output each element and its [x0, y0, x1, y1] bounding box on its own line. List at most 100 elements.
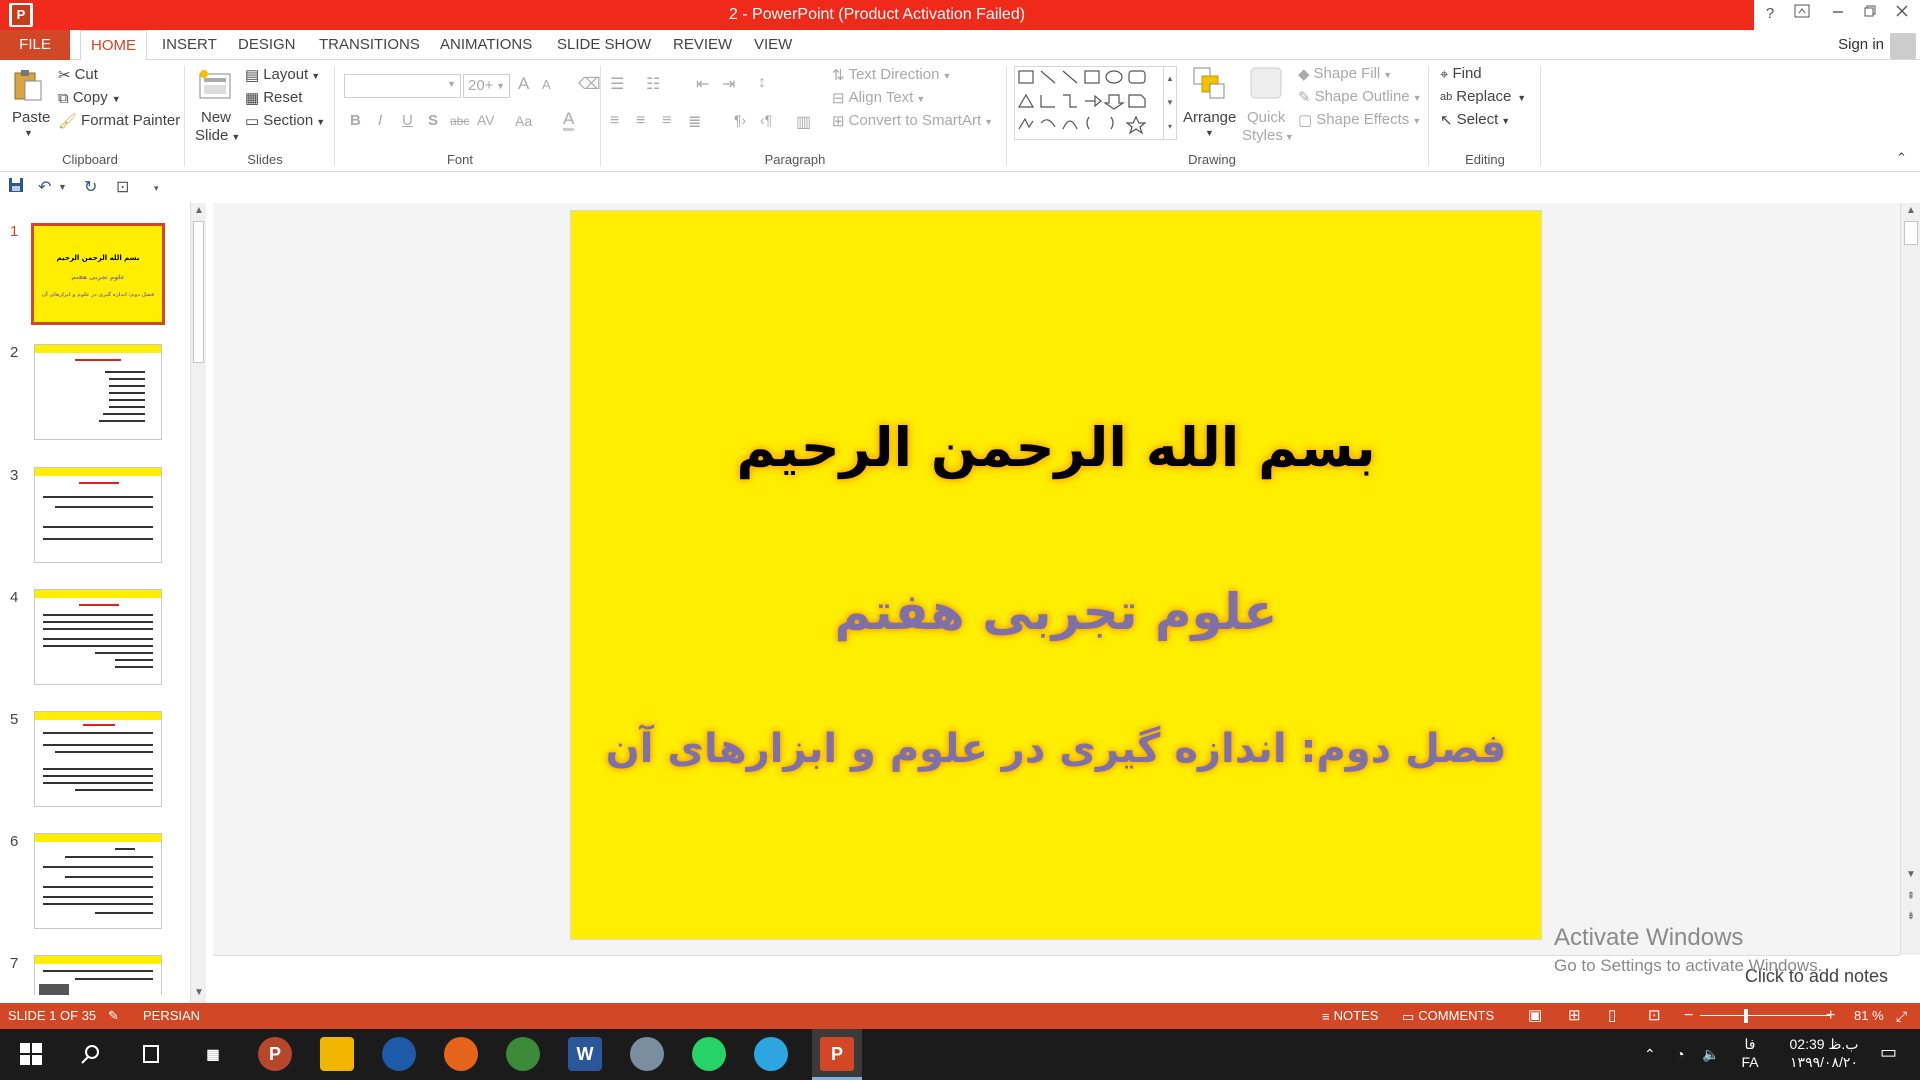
arrange-icon[interactable]	[1192, 66, 1226, 100]
tab-review[interactable]: REVIEW	[673, 30, 732, 60]
copy-button[interactable]: ⧉ Copy ▼	[58, 89, 121, 107]
zoom-in-button[interactable]: +	[1826, 1003, 1835, 1029]
quick-styles-label-1[interactable]: Quick	[1247, 109, 1285, 126]
font-size-combo[interactable]: 20+ ▼	[463, 74, 510, 98]
new-slide-icon[interactable]	[198, 68, 232, 102]
layout-button[interactable]: ▤ Layout ▼	[245, 66, 320, 84]
restore-icon[interactable]	[1854, 0, 1886, 30]
tab-home[interactable]: HOME	[80, 30, 147, 61]
editor-scroll-up-icon[interactable]: ▲	[1904, 205, 1918, 216]
text-direction-button[interactable]: ⇅ Text Direction ▼	[832, 66, 951, 84]
user-avatar-icon[interactable]	[1890, 33, 1916, 59]
columns-icon[interactable]: ▥	[796, 112, 811, 132]
redo-icon[interactable]: ↻	[84, 177, 97, 197]
reading-view-icon[interactable]: ▯	[1608, 1003, 1616, 1029]
section-button[interactable]: ▭ Section ▼	[245, 112, 325, 130]
align-right-icon[interactable]: ≡	[662, 112, 671, 130]
help-button[interactable]: ?	[1754, 0, 1786, 30]
right-to-left-icon[interactable]: ‹¶	[760, 112, 772, 128]
editor-scroll-down-icon[interactable]: ▼	[1904, 869, 1918, 880]
numbering-icon[interactable]: ☷	[646, 74, 660, 94]
next-slide-icon[interactable]: ⇟	[1904, 911, 1918, 922]
arrange-dropdown-icon[interactable]: ▼	[1205, 128, 1214, 138]
reset-button[interactable]: ▦ Reset	[245, 89, 302, 107]
left-to-right-icon[interactable]: ¶›	[734, 112, 746, 128]
spelling-check-icon[interactable]: ✎	[108, 1003, 119, 1029]
task-view-icon[interactable]	[134, 1037, 168, 1071]
whatsapp-icon[interactable]	[692, 1037, 726, 1071]
telegram-icon[interactable]	[754, 1037, 788, 1071]
increase-indent-icon[interactable]: ⇥	[722, 74, 735, 94]
shape-fill-button[interactable]: ◆ Shape Fill ▼	[1298, 65, 1392, 83]
underline-button[interactable]: U	[402, 112, 413, 129]
find-button[interactable]: ⌖ Find	[1440, 65, 1482, 83]
bullets-icon[interactable]: ☰	[610, 74, 624, 94]
zoom-out-button[interactable]: −	[1684, 1003, 1693, 1029]
quick-styles-button[interactable]: Styles ▼	[1242, 127, 1294, 144]
slide-thumbnail-6[interactable]	[34, 833, 162, 929]
collapse-ribbon-icon[interactable]: ⌃	[1896, 150, 1907, 166]
start-slideshow-icon[interactable]: ⊡	[116, 177, 129, 197]
decrease-indent-icon[interactable]: ⇤	[696, 74, 709, 94]
slide-sorter-icon[interactable]: ⊞	[1568, 1003, 1581, 1029]
zoom-level[interactable]: 81 %	[1854, 1003, 1884, 1029]
align-text-button[interactable]: ⊟ Align Text ▼	[832, 89, 925, 107]
character-spacing-button[interactable]: AV	[477, 112, 495, 128]
arrange-button[interactable]: Arrange	[1183, 109, 1236, 126]
input-language-fa[interactable]: فا FA	[1738, 1035, 1762, 1071]
slide-thumbnail-5[interactable]	[34, 711, 162, 807]
shape-outline-button[interactable]: ✎ Shape Outline ▼	[1298, 88, 1422, 106]
comments-button[interactable]: ▭ COMMENTS	[1402, 1003, 1494, 1030]
editor-scrollbar[interactable]: ▲ ▼ ⇞ ⇟	[1900, 203, 1920, 955]
search-icon[interactable]	[74, 1037, 108, 1071]
undo-dropdown-icon[interactable]: ▼	[58, 182, 67, 192]
tab-animations[interactable]: ANIMATIONS	[440, 30, 532, 60]
slide-thumbnail-2[interactable]	[34, 344, 162, 440]
tab-transitions[interactable]: TRANSITIONS	[319, 30, 420, 60]
shapes-gallery[interactable]: ▲ ▼ ▾	[1014, 66, 1177, 140]
powerpoint-taskbar-button[interactable]: P	[812, 1029, 862, 1080]
file-explorer-icon[interactable]	[320, 1037, 354, 1071]
show-hidden-icons[interactable]: ⌃	[1644, 1045, 1656, 1063]
slideshow-view-icon[interactable]: ⊡	[1648, 1003, 1661, 1029]
normal-view-icon[interactable]: ▣	[1528, 1003, 1542, 1029]
scroll-up-icon[interactable]: ▲	[192, 205, 206, 216]
align-left-icon[interactable]: ≡	[610, 112, 619, 130]
shrink-font-icon[interactable]: A	[542, 77, 551, 92]
tab-file[interactable]: FILE	[0, 30, 70, 60]
firefox-icon[interactable]	[444, 1037, 478, 1071]
editor-scroll-thumb[interactable]	[1904, 221, 1918, 245]
close-icon[interactable]	[1886, 0, 1918, 30]
slide-chapter-title[interactable]: فصل دوم: اندازه گیری در علوم و ابزارهای …	[571, 726, 1541, 772]
zoom-slider-thumb[interactable]	[1744, 1009, 1748, 1023]
slide-thumbnail-3[interactable]	[34, 467, 162, 563]
italic-button[interactable]: I	[378, 112, 382, 129]
browser-blue-icon[interactable]	[382, 1037, 416, 1071]
text-shadow-button[interactable]: S	[428, 112, 438, 129]
new-slide-label-1[interactable]: New	[201, 109, 231, 126]
font-color-button[interactable]: A	[563, 110, 575, 131]
save-icon[interactable]	[8, 177, 24, 198]
volume-icon[interactable]: 🔈	[1702, 1045, 1719, 1063]
chrome-icon[interactable]	[506, 1037, 540, 1071]
sign-in-link[interactable]: Sign in	[1838, 30, 1884, 60]
tab-insert[interactable]: INSERT	[162, 30, 217, 60]
calculator-icon[interactable]: ▦	[196, 1037, 230, 1071]
new-slide-button[interactable]: Slide ▼	[195, 127, 240, 144]
word-icon[interactable]: W	[568, 1037, 602, 1071]
slide-heading[interactable]: بسم الله الرحمن الرحیم	[571, 416, 1541, 479]
zoom-slider[interactable]	[1700, 1015, 1830, 1016]
undo-icon[interactable]: ↶	[38, 177, 51, 197]
slide-thumbnail-1[interactable]: بسم الله الرحمن الرحیم علوم تجربی هفتم ف…	[31, 223, 165, 325]
replace-button[interactable]: ab Replace ▼	[1440, 88, 1526, 105]
slide-canvas[interactable]: بسم الله الرحمن الرحیم علوم تجربی هفتم ف…	[570, 210, 1542, 940]
convert-to-smartart-button[interactable]: ⊞ Convert to SmartArt ▼	[832, 112, 993, 130]
cut-button[interactable]: ✂ Cut	[58, 66, 98, 84]
minimize-icon[interactable]	[1822, 0, 1854, 30]
thumbnail-scroll-thumb[interactable]	[193, 221, 204, 363]
notifications-icon[interactable]: ▭	[1880, 1043, 1897, 1061]
justify-icon[interactable]: ≣	[688, 112, 701, 132]
paint-icon[interactable]	[630, 1037, 664, 1071]
customize-qat-icon[interactable]: ▾	[154, 183, 159, 194]
change-case-button[interactable]: Aa	[515, 113, 532, 129]
